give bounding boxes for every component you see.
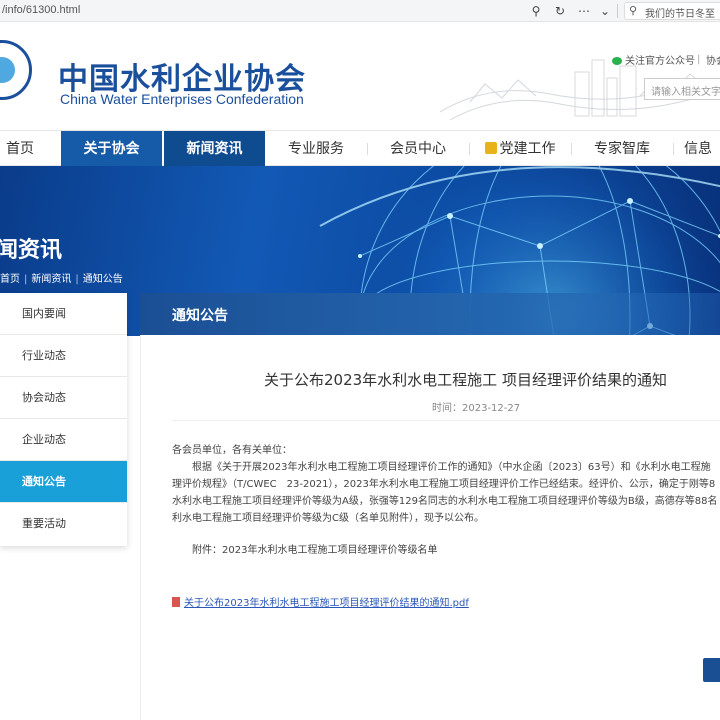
- sidebar-item-enterprise-news[interactable]: 企业动态: [0, 419, 127, 461]
- article-timestamp: 时间：2023-12-27: [432, 403, 521, 414]
- nav-item-info[interactable]: 信息: [684, 131, 720, 167]
- site-search-input[interactable]: 请输入相关文字...: [644, 78, 720, 100]
- nav-item-home[interactable]: 首页: [0, 131, 50, 167]
- nav-item-about[interactable]: 关于协会: [61, 131, 162, 167]
- main-nav: 首页 关于协会 新闻资讯 专业服务 会员中心 党建工作 专家智库 信息: [0, 130, 720, 167]
- pdf-file-icon: [172, 597, 180, 607]
- site-search-placeholder: 请输入相关文字...: [651, 87, 720, 98]
- content-section-title: 通知公告: [172, 308, 228, 324]
- section-sidebar: 国内要闻 行业动态 协会动态 企业动态 通知公告 重要活动: [0, 293, 127, 546]
- header-divider: |: [697, 54, 701, 65]
- article-paragraph: 水利水电工程施工项目经理评价等级为A级，张强等129名同志的水利水电工程施工项目…: [172, 496, 718, 507]
- nav-divider: [673, 143, 674, 155]
- sidebar-item-industry-news[interactable]: 行业动态: [0, 335, 127, 377]
- search-icon: ⚲: [629, 4, 638, 17]
- site-title-en: China Water Enterprises Confederation: [60, 91, 304, 107]
- pdf-download-link[interactable]: 关于公布2023年水利水电工程施工项目经理评价结果的通知.pdf: [172, 594, 469, 609]
- content-section-header: 通知公告: [140, 293, 720, 335]
- breadcrumb-divider: |: [24, 274, 28, 285]
- attachment-note: 附件：2023年水利水电工程施工项目经理评价等级名单: [192, 545, 438, 556]
- wechat-follow-link[interactable]: 关注官方公众号: [612, 52, 695, 67]
- article-paragraph: 理评价规程》（T/CWEC 23-2021），2023年水利水电工程施工项目经理…: [172, 479, 716, 490]
- breadcrumb-divider: |: [75, 274, 79, 285]
- site-header: 中国水利企业协会 China Water Enterprises Confede…: [0, 22, 720, 130]
- breadcrumb-current[interactable]: 通知公告: [83, 274, 123, 285]
- article-paragraph: 根据《关于开展2023年水利水电工程施工项目经理评价工作的通知》（中水企函〔20…: [172, 462, 711, 473]
- browser-search-box[interactable]: ⚲ 我们的节日冬至: [624, 2, 720, 20]
- article-container: [140, 335, 720, 720]
- breadcrumb-home[interactable]: 首页: [0, 274, 20, 285]
- nav-item-party[interactable]: 党建工作: [470, 131, 570, 167]
- breadcrumb: 首页 | 新闻资讯 | 通知公告: [0, 270, 123, 285]
- nav-item-news[interactable]: 新闻资讯: [164, 131, 265, 167]
- association-link[interactable]: 协会: [706, 52, 720, 67]
- nav-item-experts[interactable]: 专家智库: [572, 131, 672, 167]
- article-salutation: 各会员单位，各有关单位：: [172, 445, 292, 456]
- wechat-icon: [612, 57, 622, 65]
- return-button[interactable]: [703, 658, 720, 682]
- article-title: 关于公布2023年水利水电工程施工 项目经理评价结果的通知: [264, 371, 667, 389]
- more-icon[interactable]: ⋯: [576, 3, 592, 19]
- browser-toolbar: /info/61300.html ⚲ ↻ ⋯ ⌄ ⚲ 我们的节日冬至: [0, 0, 720, 22]
- edge-icon[interactable]: ↻: [552, 3, 568, 19]
- article-paragraph: 利水电工程施工项目经理评价等级为C级（名单见附件），现予以公布。: [172, 513, 484, 524]
- association-logo-icon[interactable]: [0, 40, 32, 100]
- sidebar-item-notices[interactable]: 通知公告: [0, 461, 127, 503]
- address-bar[interactable]: /info/61300.html: [2, 4, 80, 16]
- toolbar-divider: [617, 4, 618, 18]
- sidebar-item-domestic-news[interactable]: 国内要闻: [0, 293, 127, 335]
- article-divider: [172, 420, 720, 421]
- party-emblem-icon: [484, 142, 497, 154]
- nav-item-services[interactable]: 专业服务: [266, 131, 366, 167]
- breadcrumb-news[interactable]: 新闻资讯: [31, 274, 71, 285]
- nav-item-members[interactable]: 会员中心: [368, 131, 468, 167]
- chevron-down-icon[interactable]: ⌄: [597, 3, 613, 19]
- zoom-icon[interactable]: ⚲: [528, 3, 544, 19]
- browser-search-text: 我们的节日冬至: [645, 9, 715, 20]
- sidebar-item-events[interactable]: 重要活动: [0, 503, 127, 545]
- banner-section-title: 闻资讯: [0, 238, 63, 263]
- sidebar-item-association-news[interactable]: 协会动态: [0, 377, 127, 419]
